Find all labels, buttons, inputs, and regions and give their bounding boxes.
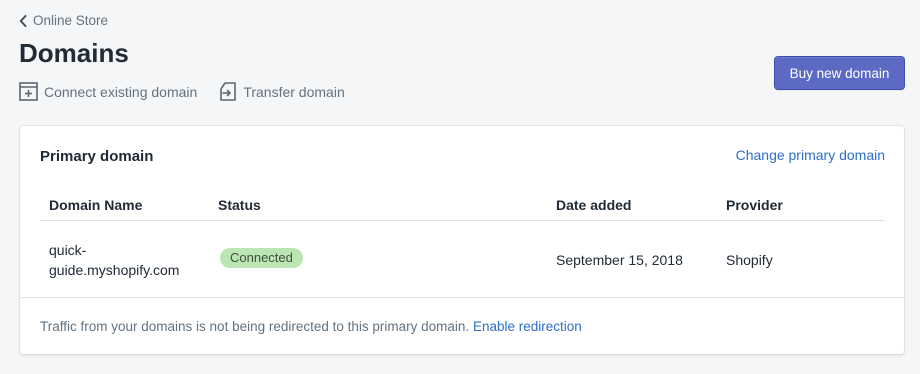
page-title: Domains (19, 38, 129, 68)
card-title: Primary domain (40, 148, 154, 165)
primary-domain-card: Primary domain Change primary domain Dom… (20, 126, 904, 354)
column-header-provider: Provider (726, 197, 783, 213)
transfer-domain-label: Transfer domain (243, 83, 345, 100)
redirection-notice-text: Traffic from your domains is not being r… (40, 319, 470, 334)
connect-existing-domain-label: Connect existing domain (44, 83, 198, 100)
connect-domain-icon (19, 82, 38, 101)
breadcrumb-label: Online Store (33, 13, 109, 28)
secondary-actions: Connect existing domain Transfer domain (19, 82, 345, 101)
card-footer-divider (20, 297, 904, 298)
column-header-date-added: Date added (556, 197, 632, 213)
status-badge: Connected (220, 248, 303, 268)
domain-name-cell: quick- guide.myshopify.com (49, 240, 209, 280)
transfer-domain-action[interactable]: Transfer domain (219, 82, 345, 101)
chevron-left-icon (19, 14, 27, 27)
enable-redirection-link[interactable]: Enable redirection (473, 319, 582, 334)
domain-name-text: quick- guide.myshopify.com (49, 242, 180, 278)
buy-new-domain-button[interactable]: Buy new domain (774, 56, 905, 90)
column-header-status: Status (218, 197, 261, 213)
connect-existing-domain-action[interactable]: Connect existing domain (19, 82, 197, 101)
column-header-domain-name: Domain Name (49, 197, 143, 213)
breadcrumb-back-link[interactable]: Online Store (19, 13, 108, 28)
change-primary-domain-link[interactable]: Change primary domain (736, 147, 885, 163)
redirection-notice: Traffic from your domains is not being r… (40, 319, 582, 334)
transfer-domain-icon (219, 82, 237, 101)
date-added-cell: September 15, 2018 (556, 252, 683, 268)
provider-cell: Shopify (726, 252, 773, 268)
table-header-divider (40, 220, 885, 221)
